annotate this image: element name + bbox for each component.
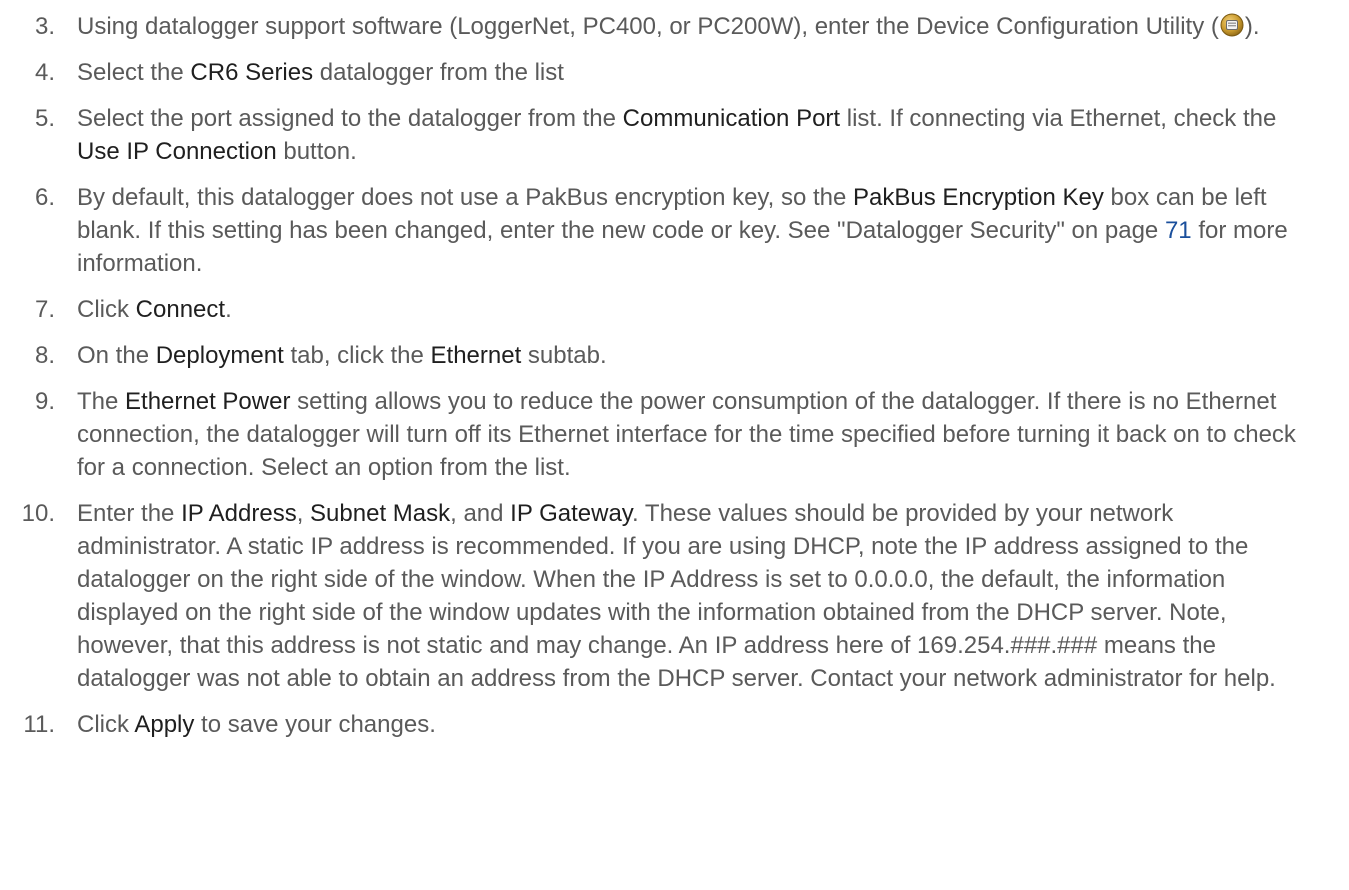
ui-term: Communication Port [622,105,841,132]
text-run: Select the [77,59,191,86]
text-run: , [296,500,311,527]
ui-term: CR6 Series [190,59,314,86]
step-item: 11. Click Apply to save your changes. [0,708,1349,741]
step-number: 7. [34,296,55,323]
ui-term: Deployment [155,342,284,369]
text-run: On the [77,342,156,369]
text-run: Enter the [77,500,182,527]
text-run: Using datalogger support software (Logge… [77,13,1219,40]
step-item: 5. Select the port assigned to the datalo… [0,102,1349,168]
step-item: 4. Select the CR6 Series datalogger from … [0,56,1349,89]
step-item: 9. The Ethernet Power setting allows you … [0,385,1349,484]
ui-term: IP Address [181,500,297,527]
text-run: to save your changes. [194,711,436,738]
ui-term: Ethernet [430,342,522,369]
text-run: datalogger from the list [313,59,564,86]
text-run: The [77,388,126,415]
text-run: ). [1244,13,1260,40]
step-text: On the Deployment tab, click the Etherne… [77,342,607,369]
text-run: , and [450,500,511,527]
step-item: 3. Using datalogger support software (Log… [0,10,1349,43]
step-number: 5. [34,105,55,132]
procedure-steps-list: 3. Using datalogger support software (Log… [0,0,1349,741]
step-item: 7. Click Connect. [0,293,1349,326]
text-run: list. If connecting via Ethernet, check … [840,105,1277,132]
ui-term: Subnet Mask [310,500,451,527]
step-item: 6. By default, this datalogger does not u… [0,181,1349,280]
text-run: Click [77,296,136,323]
page-reference-link[interactable]: 71 [1165,217,1192,244]
ui-term: Apply [134,711,195,738]
step-number: 10. [21,500,55,527]
text-run: . These values should be provided by you… [77,500,1276,692]
ui-term: Connect [135,296,226,323]
step-text: Click Apply to save your changes. [77,711,436,738]
step-text: By default, this datalogger does not use… [77,184,1288,277]
text-run: By default, this datalogger does not use… [77,184,854,211]
text-run: Click [77,711,135,738]
step-number: 6. [34,184,55,211]
step-text: The Ethernet Power setting allows you to… [77,388,1296,481]
text-run: . [225,296,232,323]
ui-term: Use IP Connection [77,138,277,165]
ui-term: Ethernet Power [125,388,291,415]
step-text: Using datalogger support software (Logge… [77,13,1260,40]
step-number: 8. [34,342,55,369]
text-run: Select the port assigned to the datalogg… [77,105,623,132]
step-number: 4. [34,59,55,86]
manual-page: 3. Using datalogger support software (Log… [0,0,1349,890]
step-number: 9. [34,388,55,415]
device-configuration-utility-icon [1220,13,1244,37]
step-text: Enter the IP Address, Subnet Mask, and I… [77,500,1276,692]
ui-term: IP Gateway [510,500,633,527]
step-text: Select the port assigned to the datalogg… [77,105,1276,165]
text-run: tab, click the [283,342,431,369]
ui-term: PakBus Encryption Key [853,184,1104,211]
step-number: 3. [34,13,55,40]
step-text: Select the CR6 Series datalogger from th… [77,59,564,86]
step-text: Click Connect. [77,296,232,323]
text-run: subtab. [521,342,607,369]
step-number: 11. [23,711,55,738]
text-run: button. [276,138,357,165]
step-item: 10. Enter the IP Address, Subnet Mask, an… [0,497,1349,695]
step-item: 8. On the Deployment tab, click the Ether… [0,339,1349,372]
